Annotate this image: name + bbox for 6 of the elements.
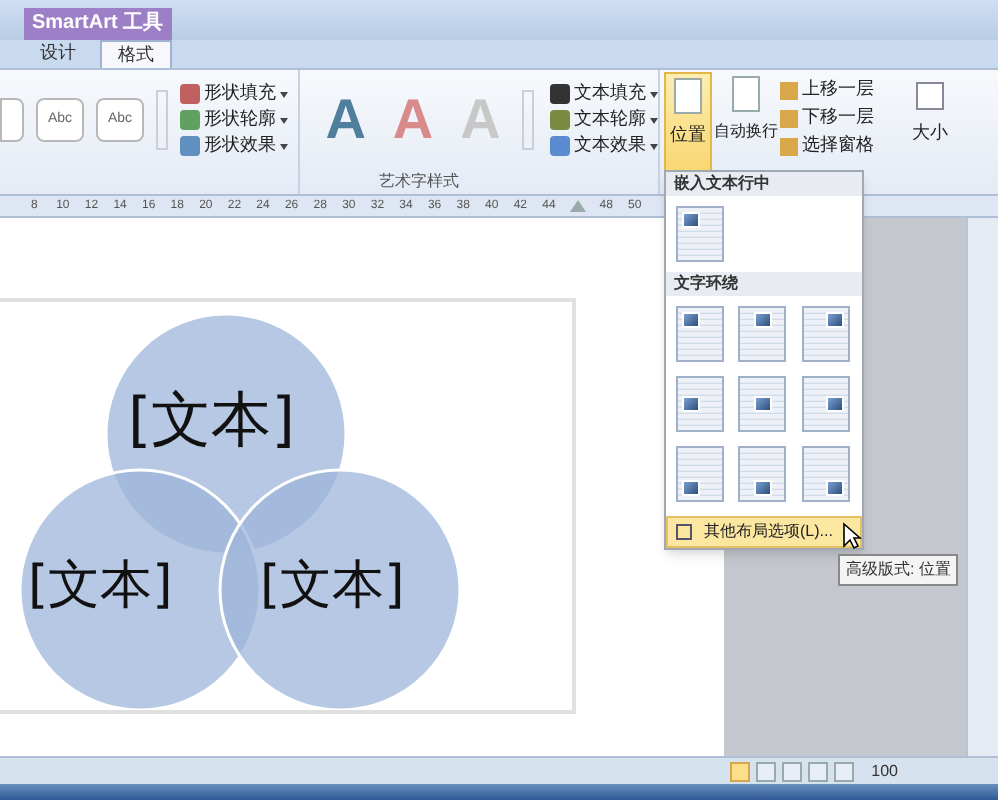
menu-section-header: 嵌入文本行中 (666, 172, 862, 196)
context-tab-label: SmartArt 工具 (24, 8, 172, 40)
zoom-level: 100 (871, 759, 898, 783)
group-label: 艺术字样式 (379, 170, 459, 194)
tooltip: 高级版式: 位置 (838, 554, 959, 586)
menu-section-header: 文字环绕 (666, 272, 862, 296)
